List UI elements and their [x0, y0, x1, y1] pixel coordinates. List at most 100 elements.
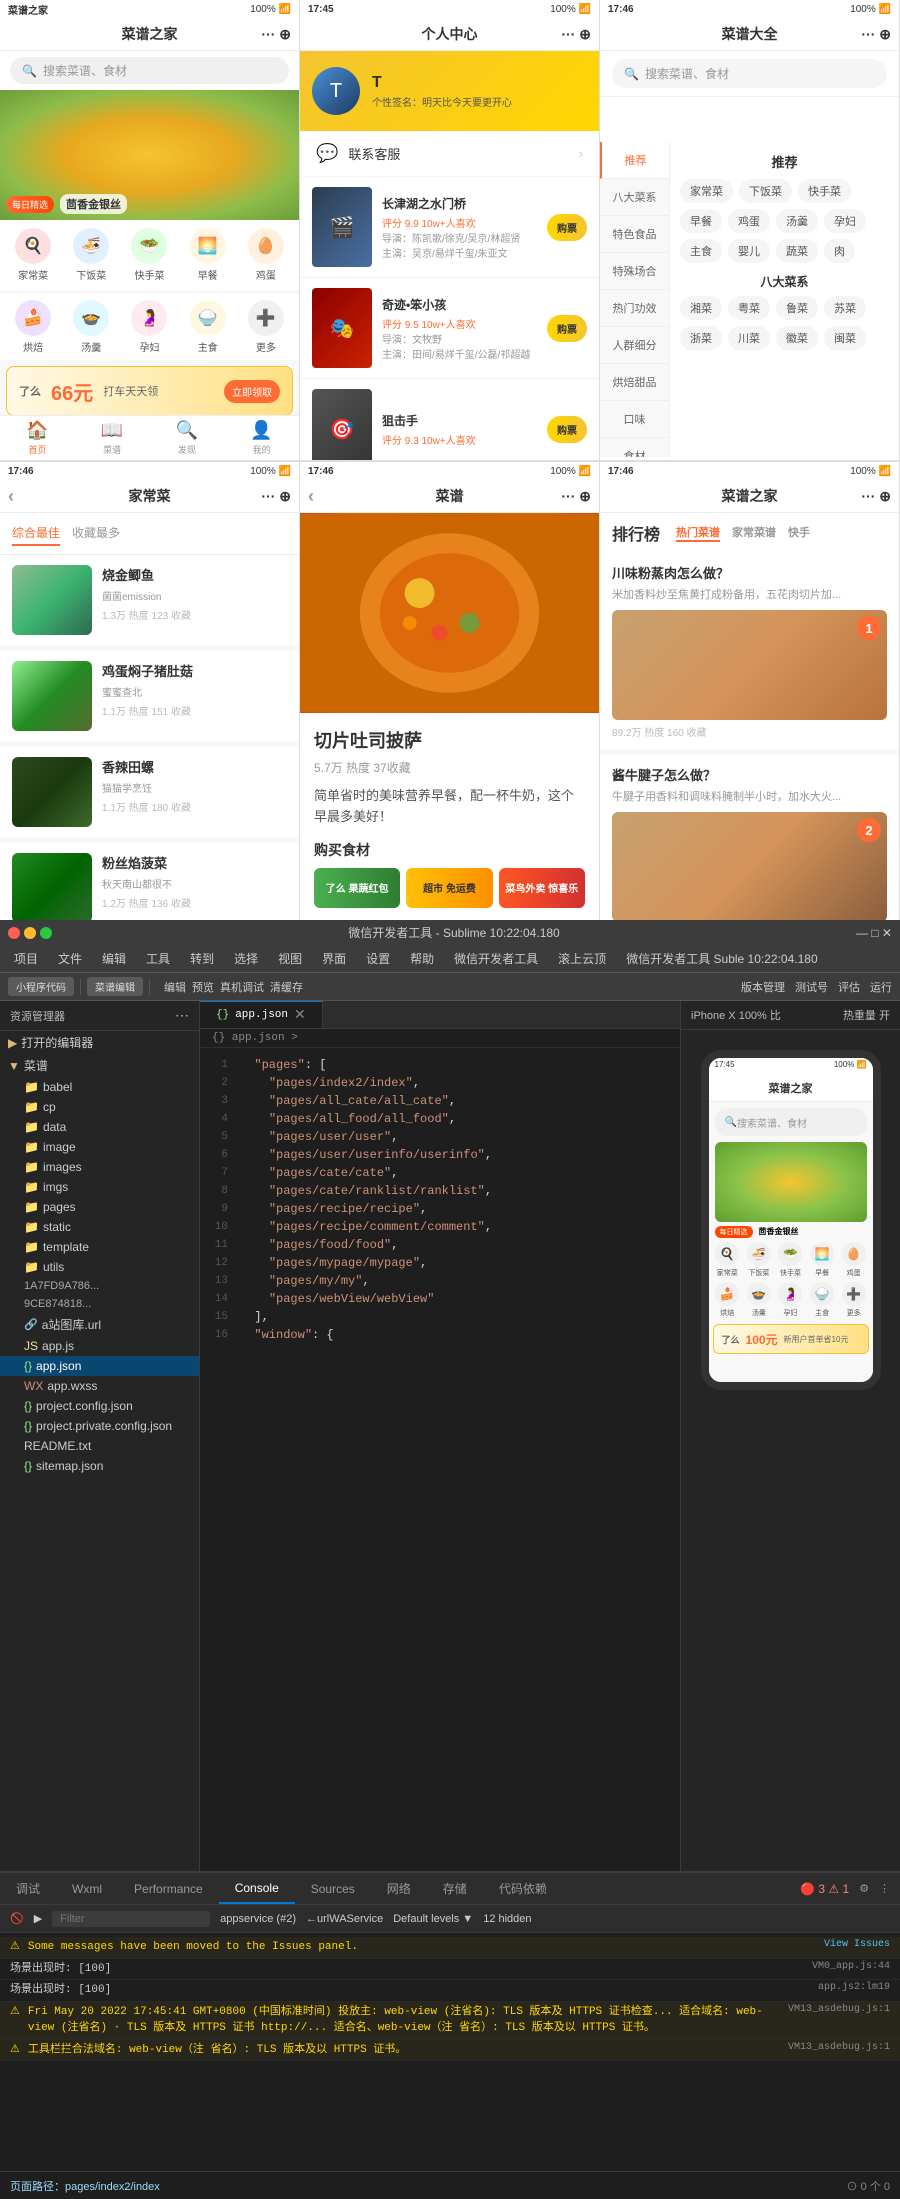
menu-wechat[interactable]: 微信开发者工具: [448, 948, 544, 969]
file-readme[interactable]: README.txt: [0, 1436, 199, 1456]
menu-settings[interactable]: 设置: [360, 948, 396, 969]
search-input-3[interactable]: 🔍 搜索菜谱、食材: [612, 59, 887, 88]
tag-xiang[interactable]: 湘菜: [680, 296, 722, 320]
file-sitemap[interactable]: {} sitemap.json: [0, 1456, 199, 1476]
file-gallery[interactable]: 🔗 a站图库.url: [0, 1313, 199, 1336]
file-projconfig[interactable]: {} project.config.json: [0, 1396, 199, 1416]
menu-debug[interactable]: 微信开发者工具 Suble 10:22:04.180: [620, 948, 823, 969]
close-tab-icon[interactable]: ✕: [294, 1007, 306, 1024]
tag-chicken[interactable]: 鸡蛋: [728, 209, 770, 233]
menu-file[interactable]: 文件: [52, 948, 88, 969]
file-appjs[interactable]: JS app.js: [0, 1336, 199, 1356]
side-item-recommend[interactable]: 推荐: [600, 142, 669, 179]
tag-quick[interactable]: 快手菜: [798, 179, 851, 203]
pf-search[interactable]: 🔍 搜索菜谱、食材: [715, 1108, 867, 1136]
banner-ad-1[interactable]: 了么 66元 打车天天领 立即领取: [6, 366, 293, 416]
search-bar-wrap-1[interactable]: 🔍 搜索菜谱、食材: [0, 51, 299, 90]
buy-btn-2[interactable]: 购票: [547, 315, 587, 342]
file-pages[interactable]: 📁 pages: [0, 1197, 199, 1217]
cat-item-breakfast[interactable]: 🌅 早餐: [181, 228, 235, 282]
bp-more-icon[interactable]: ⋮: [879, 1882, 890, 1895]
bp-tab-wxml[interactable]: Wxml: [56, 1873, 118, 1904]
menu-help[interactable]: 帮助: [404, 948, 440, 969]
recipe-item-1[interactable]: 烧金鲫鱼 菌菌emission 1.3万 热度 123 收藏: [0, 555, 299, 651]
tag-min[interactable]: 闽菜: [824, 326, 866, 350]
tab-me-1[interactable]: 👤 我的: [224, 416, 299, 460]
filter-quick[interactable]: 快手: [788, 524, 810, 542]
recipe-item-4[interactable]: 粉丝焰菠菜 秋天南山都很不 1.2万 热度 136 收藏: [0, 843, 299, 920]
bp-tab-network[interactable]: 网络: [371, 1873, 427, 1904]
recipe-item-3[interactable]: 香辣田螺 猫猫学烹饪 1.1万 热度 180 收藏: [0, 747, 299, 843]
back-icon-5[interactable]: ‹: [308, 486, 314, 507]
minimize-dot[interactable]: [24, 927, 36, 939]
filter-home[interactable]: 家常菜谱: [732, 524, 776, 542]
file-appwxss[interactable]: WX app.wxss: [0, 1376, 199, 1396]
console-default-levels[interactable]: Default levels ▼: [393, 1913, 473, 1925]
file-caipu-root[interactable]: ▼ 菜谱: [0, 1054, 199, 1077]
toolbar-mode-btn[interactable]: 小程序代码: [8, 977, 74, 996]
tag-veg[interactable]: 蔬菜: [776, 239, 818, 263]
file-hash1[interactable]: 1A7FD9A786...: [0, 1277, 199, 1295]
menu-edit[interactable]: 编辑: [96, 948, 132, 969]
bp-tab-console[interactable]: Console: [219, 1873, 295, 1904]
search-top-3[interactable]: 🔍 搜索菜谱、食材: [600, 51, 899, 97]
bp-tab-调试[interactable]: 调试: [0, 1873, 56, 1904]
menu-goto[interactable]: 转到: [184, 948, 220, 969]
cat-item-pregnant[interactable]: 🤰 孕妇: [122, 300, 176, 354]
tab-recipe-1[interactable]: 📖 菜谱: [75, 416, 150, 460]
console-clear-icon[interactable]: 🚫: [10, 1912, 24, 1925]
file-projprivatejson[interactable]: {} project.private.config.json: [0, 1416, 199, 1436]
side-item-occasion[interactable]: 特殊场合: [600, 253, 669, 290]
file-open-editors[interactable]: ▶ 打开的编辑器: [0, 1031, 199, 1054]
close-dot[interactable]: [8, 927, 20, 939]
test-label[interactable]: 测试号: [795, 979, 828, 995]
tag-yue[interactable]: 粤菜: [728, 296, 770, 320]
menu-view[interactable]: 视图: [272, 948, 308, 969]
back-icon-4[interactable]: ‹: [8, 486, 14, 507]
search-bar-1[interactable]: 🔍 搜索菜谱、食材: [10, 57, 289, 84]
file-data[interactable]: 📁 data: [0, 1117, 199, 1137]
tag-su[interactable]: 苏菜: [824, 296, 866, 320]
cat-item-egg[interactable]: 🥚 鸡蛋: [239, 228, 293, 282]
cat-item-quick[interactable]: 🥗 快手菜: [122, 228, 176, 282]
menu-cloud[interactable]: 滚上云顶: [552, 948, 612, 969]
buy-btn-1[interactable]: 购票: [547, 214, 587, 241]
side-item-ingredient[interactable]: 食材: [600, 438, 669, 457]
tag-meat[interactable]: 肉: [824, 239, 855, 263]
menu-select[interactable]: 选择: [228, 948, 264, 969]
menu-project[interactable]: 项目: [8, 948, 44, 969]
file-tree-actions[interactable]: ⋯: [175, 1007, 189, 1024]
file-imgs[interactable]: 📁 imgs: [0, 1177, 199, 1197]
buy-btn-3[interactable]: 购票: [547, 416, 587, 443]
view-issues-link[interactable]: View Issues: [824, 1939, 890, 1950]
bp-tab-sources[interactable]: Sources: [295, 1873, 371, 1904]
menu-tool[interactable]: 工具: [140, 948, 176, 969]
cat-item-soup[interactable]: 🍲 汤羹: [64, 300, 118, 354]
file-image[interactable]: 📁 image: [0, 1137, 199, 1157]
buy-banner-red[interactable]: 菜鸟外卖 惊喜乐: [499, 868, 585, 908]
tag-homecooking[interactable]: 家常菜: [680, 179, 733, 203]
toolbar-recipe-btn[interactable]: 菜谱编辑: [87, 977, 143, 996]
file-template[interactable]: 📁 template: [0, 1237, 199, 1257]
filter-hot[interactable]: 热门菜谱: [676, 524, 720, 542]
side-item-special[interactable]: 特色食品: [600, 216, 669, 253]
file-appjson[interactable]: {} app.json: [0, 1356, 199, 1376]
banner-cta[interactable]: 立即领取: [224, 380, 280, 403]
file-babel[interactable]: 📁 babel: [0, 1077, 199, 1097]
file-cp[interactable]: 📁 cp: [0, 1097, 199, 1117]
movie-card-3[interactable]: 🎯 狙击手 评分 9.3 10w+人喜欢 购票: [300, 379, 599, 460]
bp-settings-icon[interactable]: ⚙: [859, 1882, 869, 1895]
menu-customer-service[interactable]: 💬 联系客服 ›: [300, 131, 599, 177]
tag-soup[interactable]: 汤羹: [776, 209, 818, 233]
side-item-bake[interactable]: 烘焙甜品: [600, 364, 669, 401]
tag-breakfast[interactable]: 早餐: [680, 209, 722, 233]
side-item-eight[interactable]: 八大菜系: [600, 179, 669, 216]
file-static[interactable]: 📁 static: [0, 1217, 199, 1237]
side-item-taste[interactable]: 口味: [600, 401, 669, 438]
cat-item-bake[interactable]: 🍰 烘焙: [6, 300, 60, 354]
tag-pregnant[interactable]: 孕妇: [824, 209, 866, 233]
file-hash2[interactable]: 9CE874818...: [0, 1295, 199, 1313]
buy-banner-green[interactable]: 了么 果蔬红包: [314, 868, 400, 908]
tab-home-1[interactable]: 🏠 首页: [0, 416, 75, 460]
version-label[interactable]: 版本管理: [741, 979, 785, 995]
